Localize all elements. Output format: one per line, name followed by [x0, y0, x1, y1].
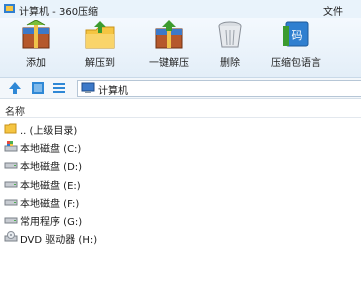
address-bar[interactable]: 计算机: [77, 80, 361, 97]
address-path: 计算机: [98, 86, 128, 97]
list-view-icon[interactable]: [52, 81, 66, 95]
archive-add-icon: [22, 20, 50, 49]
delete-button[interactable]: 删除: [212, 20, 248, 76]
computer-icon: [81, 82, 95, 93]
dvd-drive-icon: [4, 231, 18, 242]
folder-extract-icon: [85, 21, 115, 49]
add-button[interactable]: 添加: [16, 20, 56, 76]
list-item-label: DVD 驱动器 (H:): [20, 235, 98, 247]
one-click-extract-button[interactable]: 一键解压: [144, 20, 194, 76]
file-list: .. (上级目录) 本地磁盘 (C:) 本地磁盘 (D:) 本地磁盘 (E:) …: [0, 119, 361, 246]
list-item[interactable]: 本地磁盘 (F:): [0, 192, 361, 210]
app-icon: [4, 4, 15, 13]
list-item-label: 本地磁盘 (F:): [20, 198, 80, 210]
drive-icon: [4, 217, 18, 224]
compression-language-button[interactable]: 码 压缩包语言: [268, 20, 324, 76]
folder-up-icon: [4, 123, 17, 134]
drive-icon: [4, 181, 18, 188]
add-label: 添加: [26, 58, 46, 69]
window-title: 计算机 - 360压缩: [19, 7, 99, 18]
title-bar: 计算机 - 360压缩 文件: [0, 0, 361, 18]
list-item[interactable]: 本地磁盘 (D:): [0, 155, 361, 173]
column-header-label: 名称: [5, 107, 25, 118]
list-item-label: .. (上级目录): [20, 126, 78, 137]
list-item[interactable]: DVD 驱动器 (H:): [0, 228, 361, 246]
list-item-label: 常用程序 (G:): [20, 216, 83, 228]
extract-to-label: 解压到: [85, 58, 115, 69]
toolbar: 添加 解压到 一键解压 删除 码 压缩包语言: [0, 18, 361, 78]
navigation-bar: 计算机: [0, 78, 361, 99]
large-icons-view-icon[interactable]: [31, 81, 45, 95]
list-item[interactable]: 本地磁盘 (C:): [0, 137, 361, 155]
column-header-name[interactable]: 名称: [0, 100, 361, 118]
archive-extract-icon: [155, 20, 183, 49]
drive-icon: [4, 199, 18, 206]
trash-icon: [218, 21, 242, 48]
list-item-label: 本地磁盘 (D:): [20, 162, 83, 174]
list-item-label: 本地磁盘 (E:): [20, 180, 81, 192]
list-item-label: 本地磁盘 (C:): [20, 144, 82, 156]
language-icon: 码: [283, 21, 309, 47]
menu-file[interactable]: 文件: [323, 3, 343, 18]
list-item[interactable]: 本地磁盘 (E:): [0, 174, 361, 192]
list-item[interactable]: 常用程序 (G:): [0, 210, 361, 228]
one-click-extract-label: 一键解压: [149, 58, 189, 69]
compression-language-label: 压缩包语言: [271, 58, 321, 69]
system-drive-icon: [4, 141, 18, 152]
list-item[interactable]: .. (上级目录): [0, 119, 361, 137]
extract-to-button[interactable]: 解压到: [77, 20, 123, 76]
svg-text:码: 码: [292, 29, 303, 42]
delete-label: 删除: [220, 58, 240, 69]
up-arrow-icon[interactable]: [8, 81, 22, 95]
drive-icon: [4, 162, 18, 169]
